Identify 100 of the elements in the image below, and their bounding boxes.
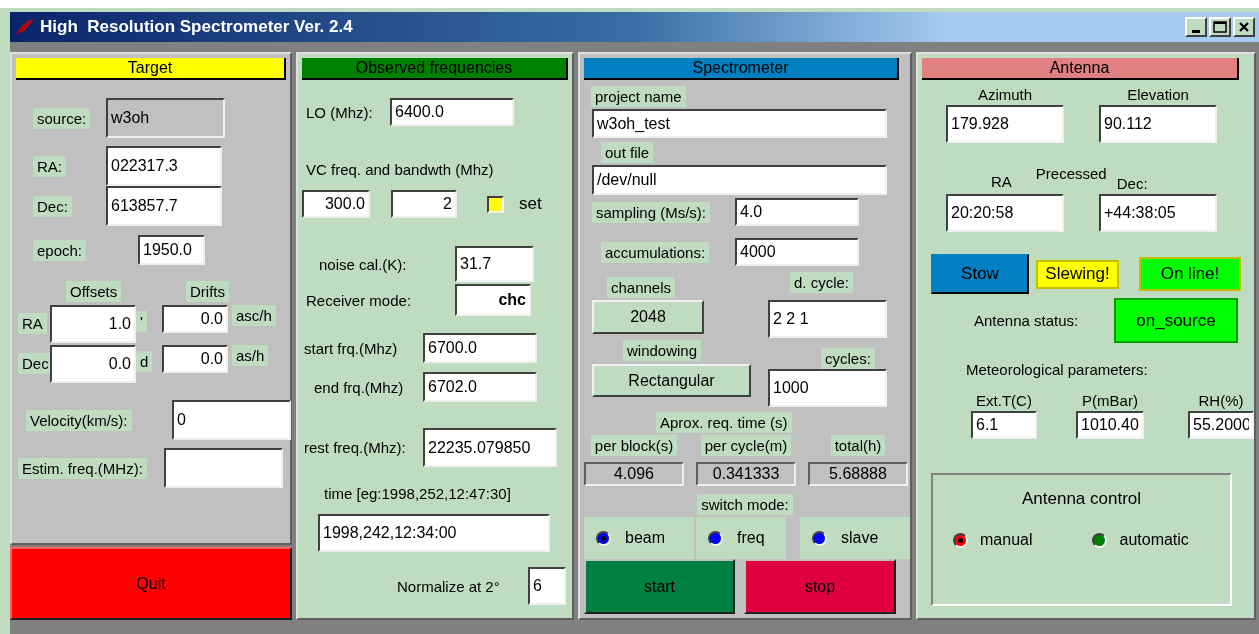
field-label: Dec: [1116,175,1148,192]
sampling-field[interactable]: 4.0 [735,198,859,226]
radio-label: manual [980,531,1033,549]
set-indicator[interactable] [487,195,504,213]
panel-title: Target [16,58,286,80]
duty-cycle-field[interactable]: 2 2 1 [768,300,887,338]
field-label: RA [991,173,1012,190]
field-label: noise cal.(K): [319,255,407,273]
field-label: cycles: [821,348,875,369]
noise-cal-field[interactable]: 31.7 [455,246,534,282]
frequency-field[interactable] [164,448,283,488]
radio-option[interactable]: slave [800,517,910,559]
window-title: High Resolution Spectrometer Ver. 2.4 [40,17,353,37]
azimuth-field[interactable]: 179.928 [946,105,1064,143]
row-label: Dec [18,353,53,374]
field-label: d. cycle: [790,272,854,293]
radio-button[interactable] [1092,532,1108,548]
project-name-field[interactable]: w3oh_test [592,109,887,138]
panel-title: Antenna [922,58,1239,80]
readout-value: 5.68888 [808,462,908,486]
field-label: time [eg:1998,252,12:47:30] [324,485,511,502]
column-heading: Offsets [66,281,122,302]
readout-value: 4.096 [584,462,684,486]
radio-button[interactable] [596,530,611,546]
field-label: end frq.(Mhz) [314,378,404,396]
bandwidth-field[interactable]: 2 [391,190,457,218]
stop-button[interactable]: stop [744,559,896,614]
radio-label: automatic [1119,531,1189,549]
drift-field[interactable]: 0.0 [162,305,228,333]
column-heading: per block(s) [590,435,678,456]
field-label: Dec: [33,195,72,217]
unit-label: asc/h [232,305,276,326]
section-heading: switch mode: [697,494,793,515]
field-label: RA: [33,155,66,177]
offset-field[interactable]: 0.0 [50,345,136,383]
radio-button[interactable] [953,532,968,548]
unit-label: ' [136,311,147,332]
epoch-field[interactable]: 1950.0 [138,235,205,265]
rest-frequency-field[interactable]: 22235.079850 [423,428,557,467]
antenna-status-indicator: on_source [1114,298,1238,343]
field-label: epoch: [33,239,87,261]
minimize-icon [1192,29,1200,33]
radio-option[interactable]: beam [584,517,694,559]
section-heading: Precessed [1035,165,1107,182]
field-label: VC freq. and bandwth (Mhz) [306,161,494,178]
dec-field[interactable]: 613857.7 [106,186,222,226]
close-button[interactable] [1233,17,1255,37]
field-label: rest freq.(Mhz): [304,439,406,456]
maximize-icon [1213,21,1227,33]
maximize-button[interactable] [1209,17,1231,37]
normalize-field[interactable]: 6 [528,567,566,605]
accumulations-field[interactable]: 4000 [735,238,859,266]
radio-option[interactable]: freq [696,517,786,559]
time-field[interactable]: 1998,242,12:34:00 [318,514,550,552]
field-label: RH(%) [1198,392,1244,409]
section-heading: Aprox. req. time (s) [656,412,792,433]
weather-field[interactable]: 6.1 [971,411,1037,439]
field-label: sampling (Ms/s): [592,201,711,223]
section-heading: Meteorological parameters: [966,361,1148,378]
radio-label: freq [737,529,765,547]
field-label: source: [33,107,91,129]
field-label: Normalize at 2° [397,577,500,595]
stow-button[interactable]: Stow [931,254,1029,294]
radio-label: beam [625,529,666,547]
set-label: set [519,194,542,214]
column-heading: Drifts [186,281,229,302]
windowing-button[interactable]: Rectangular [592,364,751,397]
out-file-field[interactable]: /dev/null [592,165,887,195]
field-label: accumulations: [601,241,710,263]
ra-field[interactable]: 022317.3 [106,146,222,186]
end-frequency-field[interactable]: 6702.0 [423,372,537,402]
readout-value: 0.341333 [696,462,796,486]
ra-field[interactable]: 20:20:58 [946,194,1064,232]
field-label: P(mBar) [1082,392,1138,409]
field-label: Antenna status: [974,312,1079,329]
dec-field[interactable]: +44:38:05 [1099,194,1217,232]
radio-button[interactable] [812,530,827,546]
status-indicator: Slewing! [1036,259,1119,289]
start-frequency-field[interactable]: 6700.0 [423,333,537,363]
unit-label: as/h [232,345,269,366]
panel-title: Observed frequencies [302,58,568,80]
panel-title: Spectrometer [584,58,899,80]
lo-field[interactable]: 6400.0 [390,98,514,126]
unit-label: d [136,351,153,372]
start-button[interactable]: start [584,559,735,614]
cycles-field[interactable]: 1000 [768,369,887,407]
vc-frequency-field[interactable]: 300.0 [302,190,370,218]
receiver-mode-field[interactable]: chc [455,284,531,316]
offset-field[interactable]: 1.0 [50,305,136,343]
weather-field[interactable]: 1010.40 [1076,411,1144,439]
velocity-field[interactable]: 0 [172,400,291,440]
minimize-button[interactable] [1185,17,1207,37]
channels-button[interactable]: 2048 [592,300,704,334]
field-label: Ext.T(C) [976,392,1032,409]
radio-button[interactable] [708,530,723,546]
drift-field[interactable]: 0.0 [162,345,228,373]
field-label: LO (Mhz): [306,103,373,121]
quit-button[interactable]: Quit [10,547,292,620]
elevation-field[interactable]: 90.112 [1099,105,1217,143]
field-label: Velocity(km/s): [26,409,132,431]
